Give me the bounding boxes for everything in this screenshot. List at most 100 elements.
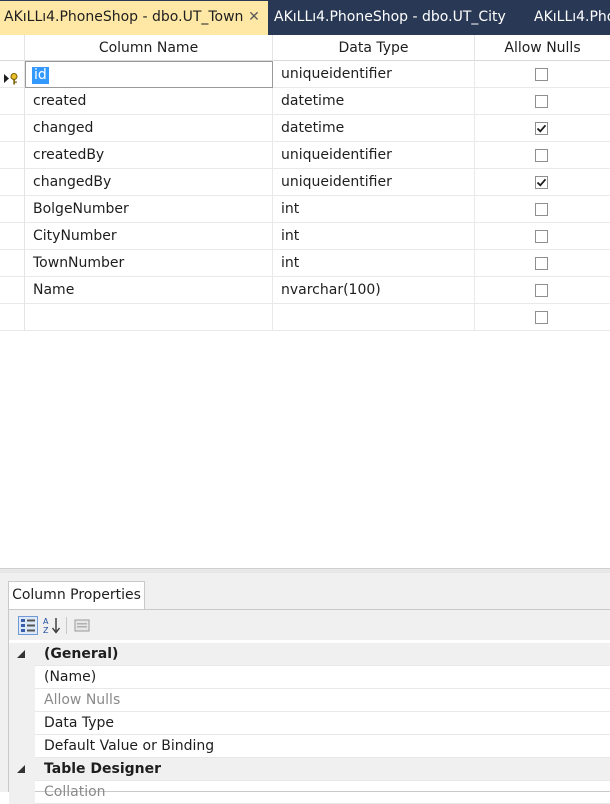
data-type-cell[interactable] [273, 304, 475, 331]
column-name-cell[interactable]: created [25, 88, 273, 115]
allow-nulls-header[interactable]: Allow Nulls [475, 35, 610, 61]
property-gutter [9, 735, 35, 758]
tab-overflow[interactable]: AKıLLı4.Pho [530, 1, 610, 35]
categorized-sort-icon[interactable] [18, 616, 38, 635]
data-type-cell[interactable]: nvarchar(100) [273, 277, 475, 304]
svg-text:A: A [43, 617, 49, 626]
table-row[interactable]: BolgeNumber int [0, 196, 610, 223]
row-selector[interactable] [0, 115, 25, 142]
allow-nulls-cell [475, 304, 610, 331]
row-selector-header[interactable] [0, 35, 25, 61]
column-name-cell[interactable]: changedBy [25, 169, 273, 196]
property-row[interactable]: Data Type [9, 712, 610, 735]
allow-nulls-cell [475, 250, 610, 277]
property-gutter [9, 712, 35, 735]
allow-nulls-checkbox[interactable] [535, 149, 548, 162]
row-selector[interactable] [0, 250, 25, 277]
expand-collapse-icon[interactable] [17, 765, 25, 773]
data-type-cell[interactable]: datetime [273, 115, 475, 142]
data-type-cell[interactable]: datetime [273, 88, 475, 115]
property-row[interactable]: Allow Nulls [9, 689, 610, 712]
column-name-cell[interactable]: CityNumber [25, 223, 273, 250]
property-label: Allow Nulls [44, 692, 121, 708]
data-type-cell[interactable]: int [273, 250, 475, 277]
row-selector[interactable] [0, 196, 25, 223]
grid-rows: id uniqueidentifier created datetime changed… [0, 61, 610, 331]
data-type-cell[interactable]: int [273, 223, 475, 250]
row-selector[interactable] [0, 61, 25, 88]
data-type-header[interactable]: Data Type [273, 35, 475, 61]
property-gutter [9, 781, 35, 804]
column-name-cell[interactable] [25, 304, 273, 331]
alphabetical-sort-icon[interactable]: A Z [42, 616, 62, 635]
property-category[interactable]: (General) [9, 643, 610, 666]
table-row[interactable]: Name nvarchar(100) [0, 277, 610, 304]
column-grid: Column Name Data Type Allow Nulls id uniq… [0, 35, 610, 331]
row-selector[interactable] [0, 223, 25, 250]
table-row[interactable]: created datetime [0, 88, 610, 115]
allow-nulls-cell [475, 196, 610, 223]
allow-nulls-checkbox[interactable] [535, 311, 548, 324]
property-row[interactable]: (Name) [9, 666, 610, 689]
properties-toolbar: A Z [9, 610, 610, 640]
property-gutter [9, 689, 35, 712]
tab-ut-city[interactable]: AKıLLı4.PhoneShop - dbo.UT_City [270, 1, 526, 35]
property-row[interactable]: Default Value or Binding [9, 735, 610, 758]
allow-nulls-checkbox-checked[interactable] [535, 122, 548, 135]
property-label: Default Value or Binding [44, 738, 215, 754]
checkmark-icon [536, 124, 547, 133]
table-row[interactable] [0, 304, 610, 331]
table-row[interactable]: CityNumber int [0, 223, 610, 250]
close-icon[interactable]: ✕ [246, 1, 262, 34]
data-type-cell[interactable]: uniqueidentifier [273, 61, 475, 88]
row-selector[interactable] [0, 277, 25, 304]
allow-nulls-cell [475, 61, 610, 88]
allow-nulls-checkbox-checked[interactable] [535, 176, 548, 189]
property-gutter [9, 643, 35, 666]
column-name-editor[interactable]: id [25, 61, 273, 88]
column-name-cell[interactable]: Name [25, 277, 273, 304]
property-rows: (General) (Name) Allow Nulls Data Type Defau… [9, 643, 610, 804]
table-row[interactable]: changed datetime [0, 115, 610, 142]
table-row[interactable]: TownNumber int [0, 250, 610, 277]
property-label: Collation [44, 784, 106, 800]
tab-ut-town[interactable]: AKıLLı4.PhoneShop - dbo.UT_Town ✕ [0, 1, 268, 35]
svg-text:Z: Z [43, 626, 49, 635]
allow-nulls-checkbox[interactable] [535, 284, 548, 297]
allow-nulls-checkbox[interactable] [535, 68, 548, 81]
property-label: Table Designer [44, 761, 162, 777]
allow-nulls-checkbox[interactable] [535, 95, 548, 108]
column-name-cell[interactable]: changed [25, 115, 273, 142]
allow-nulls-checkbox[interactable] [535, 230, 548, 243]
row-selector[interactable] [0, 142, 25, 169]
column-name-cell[interactable]: BolgeNumber [25, 196, 273, 223]
property-gutter [9, 666, 35, 689]
table-row[interactable]: id uniqueidentifier [0, 61, 610, 88]
allow-nulls-cell [475, 115, 610, 142]
property-row[interactable]: Collation [9, 781, 610, 804]
table-row[interactable]: createdBy uniqueidentifier [0, 142, 610, 169]
table-row[interactable]: changedBy uniqueidentifier [0, 169, 610, 196]
data-type-cell[interactable]: int [273, 196, 475, 223]
data-type-cell[interactable]: uniqueidentifier [273, 169, 475, 196]
row-selector[interactable] [0, 169, 25, 196]
column-name-cell[interactable]: TownNumber [25, 250, 273, 277]
allow-nulls-checkbox[interactable] [535, 257, 548, 270]
tab-label: AKıLLı4.PhoneShop - dbo.UT_City [274, 9, 506, 25]
data-type-cell[interactable]: uniqueidentifier [273, 142, 475, 169]
property-pages-icon[interactable] [72, 616, 92, 635]
expand-collapse-icon[interactable] [17, 650, 25, 658]
property-label: (General) [44, 646, 119, 662]
column-properties-tab[interactable]: Column Properties [8, 581, 145, 610]
document-tab-strip: AKıLLı4.PhoneShop - dbo.UT_Town ✕ AKıLLı… [0, 0, 610, 35]
row-selector[interactable] [0, 88, 25, 115]
row-selector[interactable] [0, 304, 25, 331]
property-category[interactable]: Table Designer [9, 758, 610, 781]
column-name-header[interactable]: Column Name [25, 35, 273, 61]
grid-header: Column Name Data Type Allow Nulls [0, 35, 610, 61]
allow-nulls-cell [475, 277, 610, 304]
tab-label: AKıLLı4.PhoneShop - dbo.UT_Town [4, 9, 244, 25]
allow-nulls-checkbox[interactable] [535, 203, 548, 216]
column-name-cell[interactable]: createdBy [25, 142, 273, 169]
allow-nulls-cell [475, 142, 610, 169]
